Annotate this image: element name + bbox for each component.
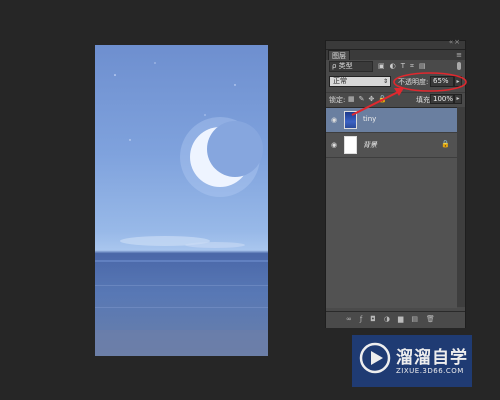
eye-icon[interactable]: ◉	[331, 116, 337, 124]
layer-list: ◉ tiny ◉ 背景 🔒	[326, 107, 457, 308]
blend-mode-value: 正常	[333, 77, 347, 85]
watermark-title: 溜溜自学	[396, 348, 468, 368]
document-canvas[interactable]	[95, 45, 268, 356]
panel-menu-icon[interactable]: ≡	[456, 50, 462, 60]
layer-name: 背景	[363, 141, 377, 149]
opacity-field[interactable]: 65%	[430, 76, 454, 87]
blend-row: 正常 ⇕ 不透明度: 65% ▸	[326, 76, 465, 89]
fill-dropdown-icon[interactable]: ▸	[454, 94, 462, 104]
lock-row: 锁定: ▦✎✥🔒 填充: 100% ▸	[326, 92, 465, 106]
layer-filter-select[interactable]: ρ 类型	[329, 61, 373, 72]
layers-panel: «× 图层 ≡ ρ 类型 ▣◐T⌗▤ 正常 ⇕ 不透明度: 65% ▸ 锁定: …	[325, 38, 466, 328]
layer-name: tiny	[363, 115, 377, 123]
eye-icon[interactable]: ◉	[331, 141, 337, 149]
canvas-artwork	[95, 62, 268, 356]
play-logo-icon	[359, 342, 391, 374]
filter-type-icons[interactable]: ▣◐T⌗▤	[378, 61, 431, 72]
collapse-icon[interactable]: «×	[449, 38, 461, 46]
filter-toggle-icon[interactable]	[457, 62, 461, 70]
panel-bottom-bar: ∞ƒ◘◑▆▤🗑	[326, 311, 465, 328]
blend-mode-select[interactable]: 正常 ⇕	[329, 76, 391, 87]
fill-field[interactable]: 100%	[430, 94, 454, 104]
layer-row-background[interactable]: ◉ 背景 🔒	[326, 133, 457, 158]
lock-label: 锁定:	[329, 96, 346, 104]
chevron-down-icon: ⇕	[382, 78, 388, 85]
layer-row-tiny[interactable]: ◉ tiny	[326, 108, 457, 133]
opacity-label: 不透明度:	[398, 78, 429, 86]
tab-layers[interactable]: 图层	[328, 50, 350, 60]
layer-list-scrollbar[interactable]	[457, 107, 465, 307]
panel-titlebar[interactable]: «×	[326, 38, 465, 50]
watermark: 溜溜自学 ZIXUE.3D66.COM	[352, 335, 472, 387]
watermark-url: ZIXUE.3D66.COM	[396, 367, 464, 375]
layer-thumbnail	[344, 136, 357, 154]
panel-tab-row: 图层 ≡	[326, 50, 465, 60]
lock-option-icons[interactable]: ▦✎✥🔒	[348, 95, 391, 103]
layer-thumbnail	[344, 111, 357, 129]
panel-action-icons[interactable]: ∞ƒ◘◑▆▤🗑	[346, 315, 443, 323]
opacity-dropdown-icon[interactable]: ▸	[454, 76, 462, 87]
lock-icon: 🔒	[441, 140, 450, 148]
filter-row: ρ 类型 ▣◐T⌗▤	[326, 61, 465, 73]
